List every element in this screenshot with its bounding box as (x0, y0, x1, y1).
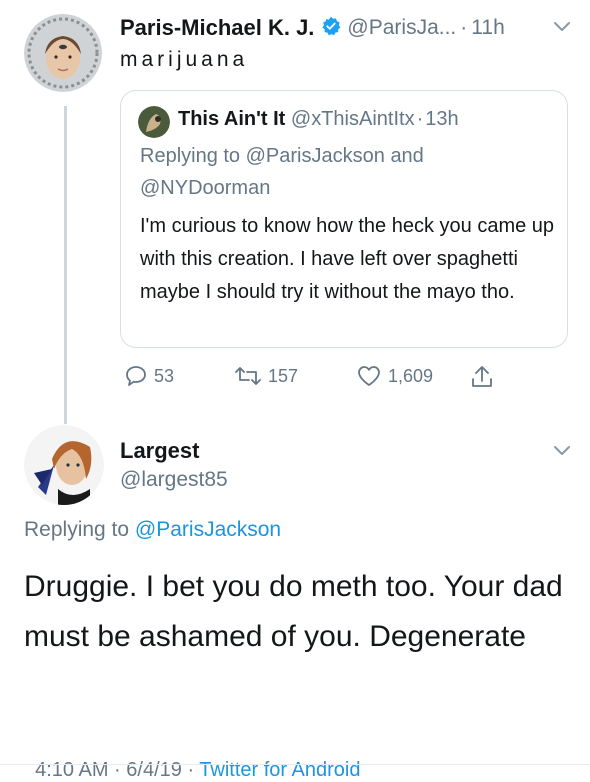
thread-connector (64, 106, 67, 424)
quoted-reply-user1[interactable]: @ParisJackson (246, 145, 385, 167)
quoted-handle[interactable]: @xThisAintItx (291, 108, 415, 130)
tweet1-display-name[interactable]: Paris-Michael K. J. (120, 15, 314, 41)
tweet2-replying-prefix: Replying to (24, 518, 130, 541)
share-action[interactable] (470, 364, 494, 390)
tweet2-replying-line: Replying to @ParisJackson (24, 518, 281, 542)
chevron-down-icon[interactable] (552, 444, 572, 458)
tweet2-meta: 4:10 AM · 6/4/19 · Twitter for Android (24, 736, 360, 782)
quoted-reply-user2[interactable]: @NYDoorman (140, 177, 270, 199)
like-icon (356, 364, 382, 388)
divider (0, 764, 590, 765)
verified-badge-icon (321, 16, 341, 41)
tweet1-header: Paris-Michael K. J. @ParisJa... · 11h (120, 14, 505, 42)
retweet-count: 157 (268, 365, 299, 386)
retweet-action[interactable]: 157 (234, 364, 298, 388)
avatar-largest[interactable] (24, 425, 104, 505)
like-action[interactable]: 1,609 (356, 364, 433, 388)
tweet2-source[interactable]: Twitter for Android (199, 759, 360, 781)
tweet2-timestamp[interactable]: 4:10 AM · 6/4/19 · (35, 759, 199, 781)
quoted-replying-line: Replying to @ParisJackson and @NYDoorman (140, 140, 550, 204)
quoted-reply-and: and (390, 145, 424, 167)
quoted-header: This Ain't It @xThisAintItx · 13h (178, 108, 459, 131)
retweet-icon (234, 364, 262, 388)
reply-count: 53 (154, 365, 175, 386)
chevron-down-icon[interactable] (552, 20, 572, 34)
tweet2-text: Druggie. I bet you do meth too. Your dad… (24, 570, 563, 653)
tweet2-handle[interactable]: @largest85 (120, 468, 228, 492)
share-icon (470, 364, 494, 390)
reply-icon (124, 364, 148, 388)
quoted-text: I'm curious to know how the heck you cam… (140, 215, 555, 303)
reply-action[interactable]: 53 (124, 364, 174, 388)
tweet2-display-name[interactable]: Largest (120, 438, 199, 464)
quoted-time[interactable]: 13h (425, 108, 458, 130)
tweet2-reply-user[interactable]: @ParisJackson (135, 518, 281, 541)
quoted-time-separator: · (416, 108, 424, 130)
like-count: 1,609 (388, 365, 434, 386)
quoted-display-name[interactable]: This Ain't It (178, 108, 285, 130)
tweet1-handle[interactable]: @ParisJa... (347, 16, 456, 40)
quoted-replying-prefix: Replying to (140, 145, 241, 167)
tweet1-separator: · (460, 16, 468, 39)
tweet1-time[interactable]: 11h (471, 16, 504, 40)
avatar-thisaintit[interactable] (138, 106, 170, 138)
tweet1-text: marijuana (120, 48, 249, 71)
avatar-paris[interactable] (24, 14, 102, 92)
